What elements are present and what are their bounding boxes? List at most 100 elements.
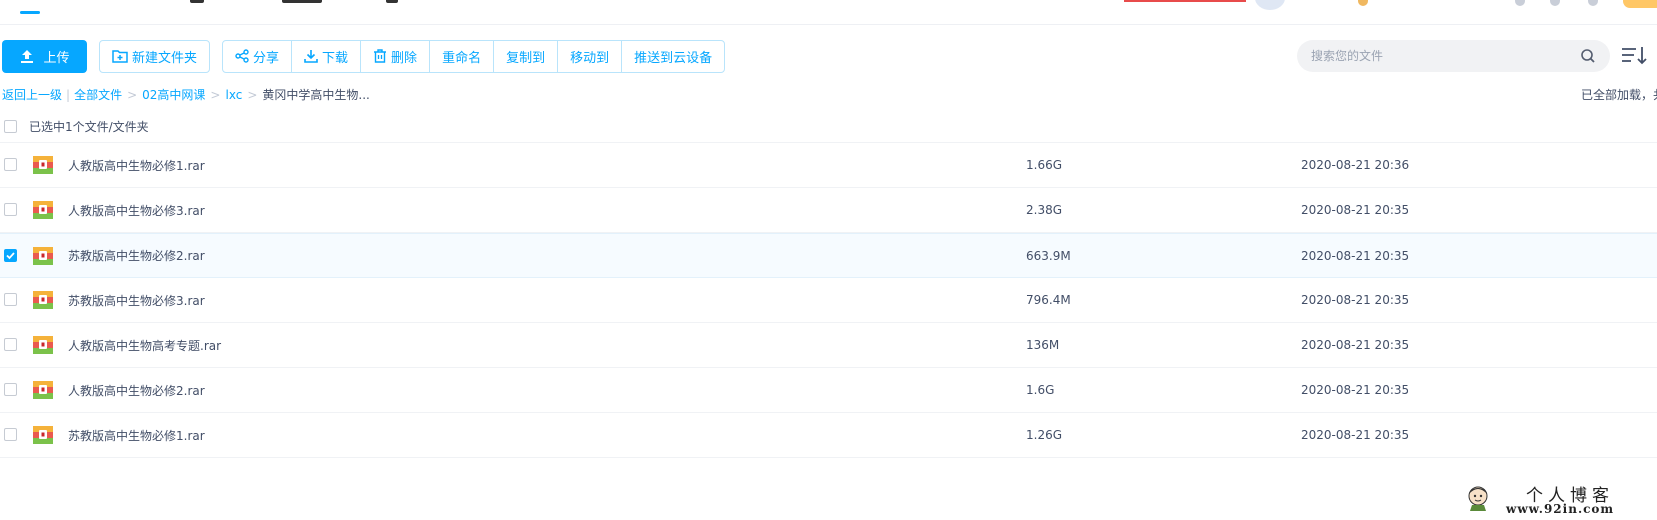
vip-icon[interactable] bbox=[1358, 0, 1368, 6]
file-checkbox[interactable] bbox=[4, 428, 17, 441]
rename-label: 重命名 bbox=[442, 50, 482, 66]
rar-archive-icon bbox=[33, 426, 53, 444]
breadcrumb-item[interactable]: 02高中网课 bbox=[142, 86, 205, 103]
search-icon[interactable] bbox=[1580, 48, 1596, 64]
file-row[interactable]: 苏教版高中生物必修3.rar 796.4M 2020-08-21 20:35 bbox=[0, 278, 1657, 323]
download-icon bbox=[304, 50, 318, 63]
file-row[interactable]: 人教版高中生物必修3.rar 2.38G 2020-08-21 20:35 bbox=[0, 188, 1657, 233]
rename-button[interactable]: 重命名 bbox=[430, 39, 495, 73]
file-row[interactable]: 人教版高中生物必修2.rar 1.6G 2020-08-21 20:35 bbox=[0, 368, 1657, 413]
file-date: 2020-08-21 20:35 bbox=[1301, 383, 1410, 397]
notification-icon[interactable] bbox=[1515, 0, 1525, 6]
watermark: 个人博客 www.92in.com bbox=[1462, 480, 1642, 516]
breadcrumb-separator: > bbox=[210, 87, 221, 102]
file-date: 2020-08-21 20:35 bbox=[1301, 248, 1410, 263]
top-header bbox=[0, 0, 1657, 25]
rar-archive-icon bbox=[33, 247, 53, 265]
copy-to-label: 复制到 bbox=[506, 50, 546, 66]
file-checkbox[interactable] bbox=[4, 249, 17, 262]
breadcrumb-separator: > bbox=[247, 87, 258, 102]
window-minimize-icon[interactable] bbox=[1588, 0, 1598, 6]
file-size: 663.9M bbox=[1026, 248, 1071, 263]
upload-label: 上传 bbox=[43, 50, 70, 66]
file-date: 2020-08-21 20:35 bbox=[1301, 338, 1410, 352]
file-date: 2020-08-21 20:35 bbox=[1301, 203, 1410, 217]
file-date: 2020-08-21 20:35 bbox=[1301, 428, 1410, 442]
file-row[interactable]: 人教版高中生物高考专题.rar 136M 2020-08-21 20:35 bbox=[0, 323, 1657, 368]
selection-header: 已选中1个文件/文件夹 bbox=[0, 110, 1657, 143]
upload-icon bbox=[21, 50, 34, 63]
file-checkbox[interactable] bbox=[4, 338, 17, 351]
header-text-fragment bbox=[282, 0, 322, 3]
rar-archive-icon bbox=[33, 291, 53, 309]
watermark-logo-icon bbox=[1468, 486, 1488, 511]
file-date: 2020-08-21 20:36 bbox=[1301, 158, 1410, 172]
sort-icon[interactable] bbox=[1620, 44, 1650, 68]
file-name[interactable]: 人教版高中生物高考专题.rar bbox=[68, 337, 221, 354]
back-link[interactable]: 返回上一级 bbox=[2, 86, 62, 103]
push-label: 推送到云设备 bbox=[634, 50, 713, 66]
toolbar: 上传 新建文件夹 分享 下载 删除 重命名 复制到 移动到 推送到云设备 bbox=[2, 39, 726, 73]
file-row[interactable]: 苏教版高中生物必修2.rar 663.9M 2020-08-21 20:35 bbox=[0, 233, 1657, 278]
file-list: 人教版高中生物必修1.rar 1.66G 2020-08-21 20:36 人教版高中… bbox=[0, 143, 1657, 458]
breadcrumb-current: 黄冈中学高中生物... bbox=[262, 88, 370, 102]
file-name[interactable]: 人教版高中生物必修1.rar bbox=[68, 157, 205, 174]
download-label: 下载 bbox=[322, 50, 349, 66]
file-date: 2020-08-21 20:35 bbox=[1301, 293, 1410, 307]
select-all-checkbox[interactable] bbox=[4, 119, 17, 133]
file-action-group: 分享 下载 删除 重命名 复制到 移动到 推送到云设备 bbox=[222, 39, 726, 73]
copy-to-button[interactable]: 复制到 bbox=[494, 39, 559, 73]
breadcrumb-item[interactable]: lxc bbox=[225, 88, 242, 102]
load-status-text: 已全部加载，共 bbox=[1581, 88, 1657, 102]
breadcrumb: 返回上一级 | 全部文件 > 02高中网课 > lxc > 黄冈中学高中生物..… bbox=[2, 86, 370, 103]
search-box bbox=[1297, 40, 1610, 72]
selection-count-text: 已选中1个文件/文件夹 bbox=[29, 119, 149, 134]
file-size: 1.26G bbox=[1026, 428, 1063, 442]
trash-icon bbox=[374, 49, 387, 63]
delete-button[interactable]: 删除 bbox=[361, 39, 431, 73]
file-row[interactable]: 苏教版高中生物必修1.rar 1.26G 2020-08-21 20:35 bbox=[0, 413, 1657, 458]
header-text-fragment bbox=[190, 0, 204, 3]
file-size: 1.6G bbox=[1026, 383, 1055, 397]
file-checkbox[interactable] bbox=[4, 158, 17, 171]
header-orange-button[interactable] bbox=[1623, 0, 1657, 8]
folder-plus-icon bbox=[112, 50, 128, 63]
file-name[interactable]: 苏教版高中生物必修2.rar bbox=[68, 247, 205, 264]
move-to-button[interactable]: 移动到 bbox=[558, 39, 623, 73]
avatar[interactable] bbox=[1255, 0, 1285, 10]
file-row[interactable]: 人教版高中生物必修1.rar 1.66G 2020-08-21 20:36 bbox=[0, 143, 1657, 188]
file-name[interactable]: 人教版高中生物必修3.rar bbox=[68, 202, 205, 219]
watermark-url: www.92in.com bbox=[1506, 502, 1615, 516]
download-button[interactable]: 下载 bbox=[292, 39, 362, 73]
file-checkbox[interactable] bbox=[4, 293, 17, 306]
file-name[interactable]: 苏教版高中生物必修3.rar bbox=[68, 292, 205, 309]
file-name[interactable]: 人教版高中生物必修2.rar bbox=[68, 382, 205, 399]
header-promo-banner[interactable] bbox=[1124, 0, 1246, 2]
breadcrumb-divider: | bbox=[66, 87, 71, 102]
file-name[interactable]: 苏教版高中生物必修1.rar bbox=[68, 427, 205, 444]
file-size: 1.66G bbox=[1026, 158, 1063, 172]
settings-icon[interactable] bbox=[1550, 0, 1560, 6]
share-label: 分享 bbox=[253, 50, 280, 66]
share-button[interactable]: 分享 bbox=[223, 39, 293, 73]
search-input[interactable] bbox=[1311, 49, 1580, 63]
rar-archive-icon bbox=[33, 156, 53, 174]
all-files-link[interactable]: 全部文件 bbox=[74, 86, 122, 103]
upload-button[interactable]: 上传 bbox=[2, 39, 87, 73]
delete-label: 删除 bbox=[391, 50, 418, 66]
file-checkbox[interactable] bbox=[4, 383, 17, 396]
push-to-cloud-device-button[interactable]: 推送到云设备 bbox=[622, 40, 724, 73]
breadcrumb-separator: > bbox=[127, 87, 138, 102]
file-size: 796.4M bbox=[1026, 293, 1071, 307]
file-size: 136M bbox=[1026, 338, 1060, 352]
new-folder-label: 新建文件夹 bbox=[132, 50, 198, 66]
rar-archive-icon bbox=[33, 201, 53, 219]
rar-archive-icon bbox=[33, 336, 53, 354]
move-to-label: 移动到 bbox=[570, 50, 610, 66]
file-size: 2.38G bbox=[1026, 203, 1063, 217]
header-text-fragment bbox=[386, 0, 398, 3]
share-icon bbox=[235, 49, 249, 63]
active-tab-indicator bbox=[20, 11, 40, 14]
new-folder-button[interactable]: 新建文件夹 bbox=[99, 39, 211, 73]
file-checkbox[interactable] bbox=[4, 203, 17, 216]
